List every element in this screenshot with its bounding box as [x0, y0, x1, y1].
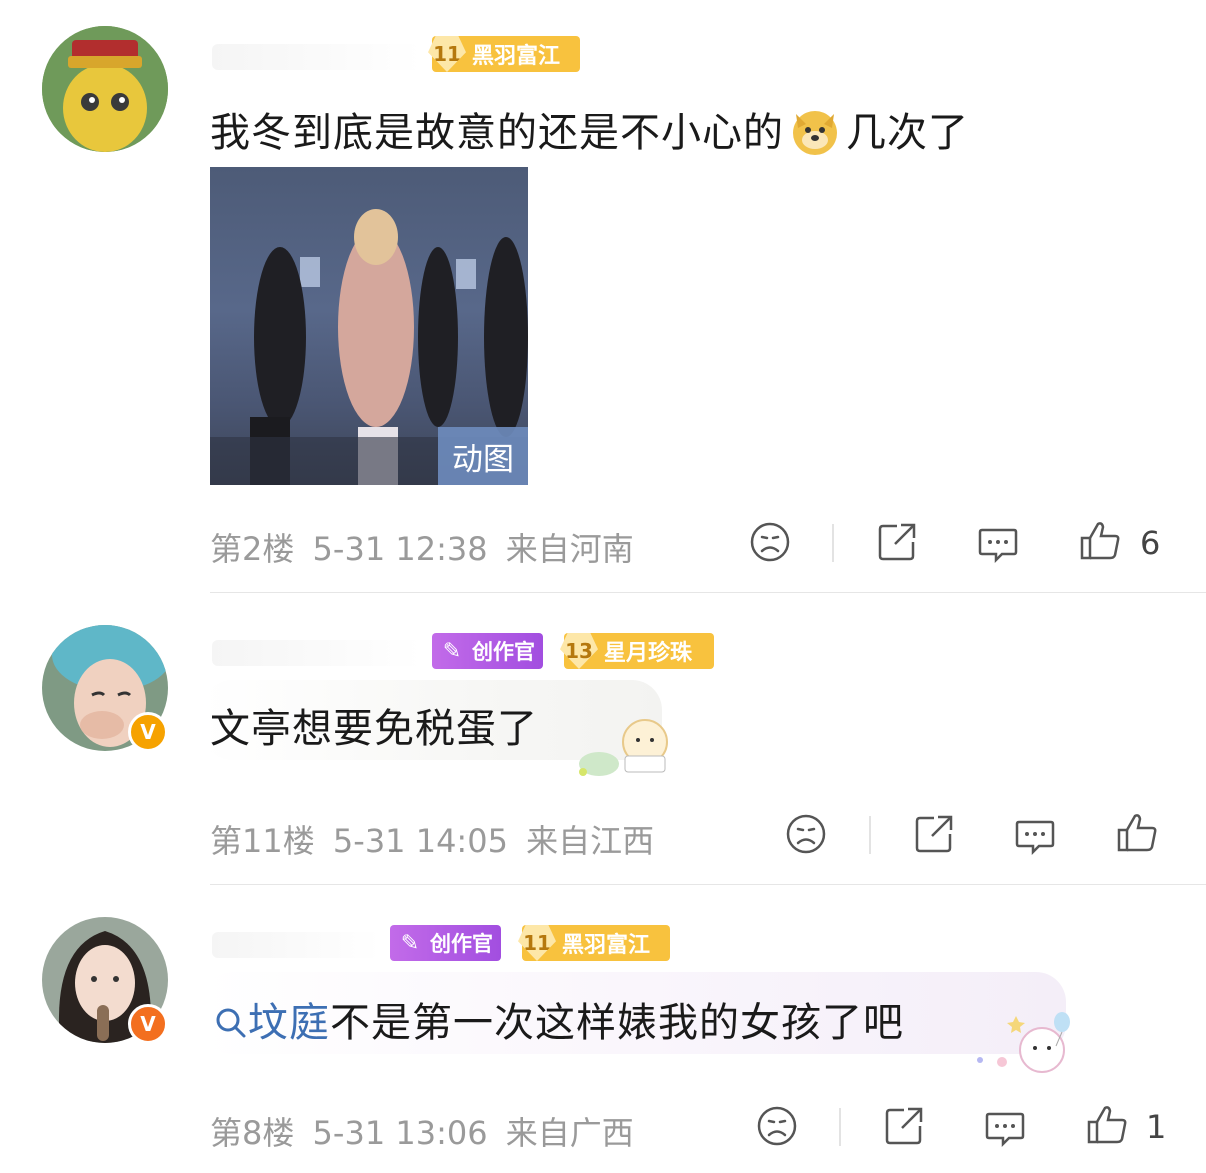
topic-link[interactable]: 坟庭	[248, 1000, 330, 1046]
gif-label: 动图	[438, 427, 528, 485]
share-icon[interactable]	[912, 812, 956, 856]
pen-icon: ✎	[400, 930, 420, 956]
location: 来自广西	[505, 1114, 634, 1152]
username-blurred[interactable]	[212, 44, 422, 70]
comment-text: 文亭想要免税蛋了	[210, 706, 538, 752]
floor-number: 第11楼	[210, 822, 315, 860]
level-title: 黑羽富江	[472, 44, 561, 69]
location: 来自河南	[505, 530, 634, 568]
timestamp: 5-31 14:05	[332, 822, 508, 860]
creator-badge: ✎ 创作官	[432, 633, 543, 669]
level-shield-icon: 13	[560, 633, 598, 669]
creator-badge-label: 创作官	[430, 932, 493, 956]
comment-text-part: 我冬到底是故意的还是不小心的	[210, 110, 784, 156]
like-icon[interactable]	[1078, 518, 1122, 562]
like-count: 1	[1146, 1108, 1167, 1146]
comment-meta: 第8楼 5-31 13:06 来自广西	[210, 1108, 634, 1154]
comment-icon[interactable]	[983, 1106, 1027, 1150]
verified-badge: V	[128, 712, 168, 752]
like-count: 6	[1140, 524, 1161, 562]
username-blurred[interactable]	[212, 932, 380, 958]
dislike-icon[interactable]	[784, 812, 828, 856]
comment-text-part: 不是第一次这样婊我的女孩了吧	[330, 1000, 904, 1046]
comment-text-part: 几次了	[846, 110, 969, 156]
verified-badge: V	[128, 1004, 168, 1044]
share-icon[interactable]	[875, 520, 919, 564]
like-icon[interactable]	[1115, 810, 1159, 854]
dislike-icon[interactable]	[748, 520, 792, 564]
search-icon[interactable]	[214, 1004, 248, 1038]
level-badge: 13 星月珍珠	[560, 633, 714, 669]
divider	[210, 884, 1206, 885]
gif-image[interactable]: 动图	[210, 167, 528, 485]
comment-meta: 第11楼 5-31 14:05 来自江西	[210, 816, 654, 862]
level-title: 星月珍珠	[604, 641, 693, 666]
floor-number: 第2楼	[210, 530, 295, 568]
creator-badge: ✎ 创作官	[390, 925, 501, 961]
like-icon[interactable]	[1085, 1102, 1129, 1146]
comment-icon[interactable]	[976, 522, 1020, 566]
doge-emoji-icon	[790, 106, 840, 156]
pen-icon: ✎	[442, 638, 462, 664]
bubble-decoration-icon	[575, 712, 677, 780]
share-icon[interactable]	[882, 1104, 926, 1148]
divider	[210, 592, 1206, 593]
level-shield-icon: 11	[518, 925, 556, 961]
timestamp: 5-31 13:06	[312, 1114, 488, 1152]
comment-text: 我冬到底是故意的还是不小心的 几次了	[210, 100, 969, 158]
bubble-decoration-icon	[972, 1006, 1084, 1076]
level-badge: 11 黑羽富江	[428, 36, 580, 72]
level-shield-icon: 11	[428, 36, 466, 72]
comment-icon[interactable]	[1013, 814, 1057, 858]
separator	[869, 816, 871, 854]
comment-text: 坟庭不是第一次这样婊我的女孩了吧	[214, 990, 904, 1048]
location: 来自江西	[526, 822, 655, 860]
level-badge: 11 黑羽富江	[518, 925, 670, 961]
separator	[832, 524, 834, 562]
username-blurred[interactable]	[212, 640, 422, 666]
avatar[interactable]	[42, 26, 168, 152]
timestamp: 5-31 12:38	[312, 530, 488, 568]
comment-meta: 第2楼 5-31 12:38 来自河南	[210, 524, 634, 570]
creator-badge-label: 创作官	[472, 640, 535, 664]
floor-number: 第8楼	[210, 1114, 295, 1152]
separator	[839, 1108, 841, 1146]
dislike-icon[interactable]	[755, 1104, 799, 1148]
level-title: 黑羽富江	[562, 933, 651, 958]
